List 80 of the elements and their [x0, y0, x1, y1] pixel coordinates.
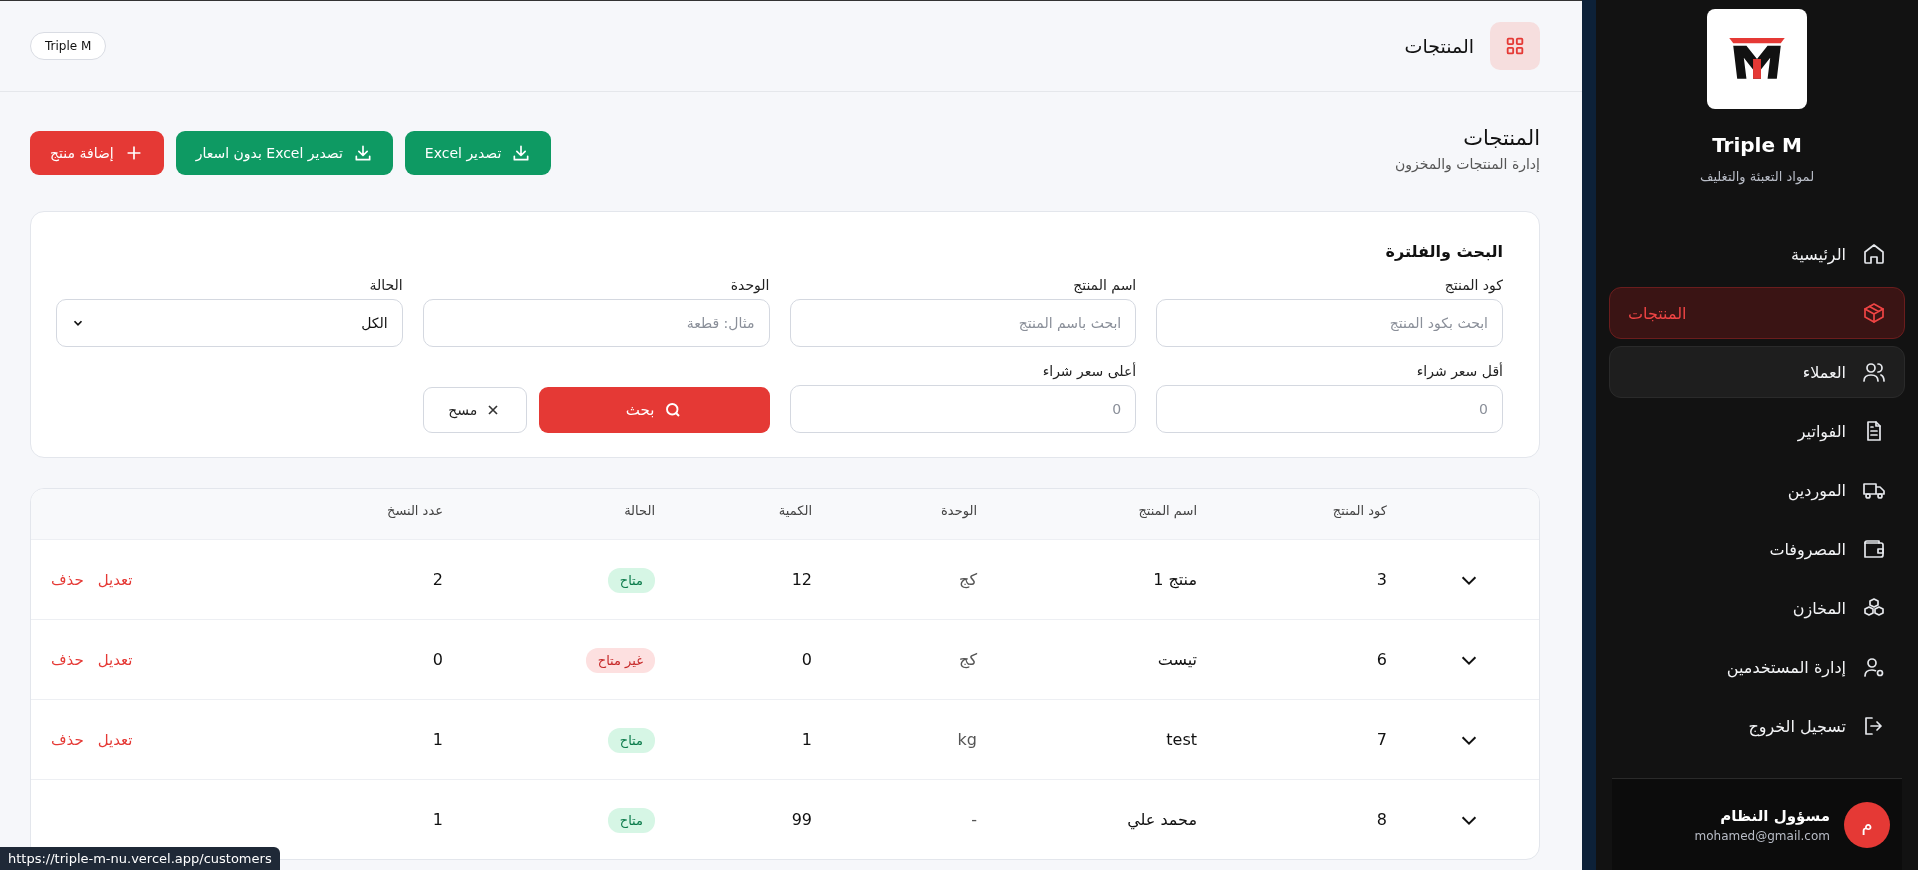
status-badge: متاح: [607, 808, 655, 833]
nav-item[interactable]: الموردين: [1609, 464, 1905, 516]
user-name: مسؤول النظام: [1719, 806, 1830, 825]
export-button[interactable]: تصدير Excel بدون اسعار: [175, 131, 393, 175]
page-title: المنتجات: [1462, 126, 1540, 150]
table-cell: 12: [791, 570, 812, 589]
delete-link[interactable]: حذف: [51, 730, 84, 749]
table-cell: 1: [801, 730, 812, 749]
search-button[interactable]: بحث: [538, 387, 770, 433]
field-label: الوحدة: [730, 277, 770, 293]
box-icon: [1862, 301, 1886, 325]
clear-button[interactable]: مسح: [422, 387, 527, 433]
edit-link[interactable]: تعديل: [97, 570, 133, 589]
status-url: https://triple-m-nu.vercel.app/customers: [0, 847, 280, 870]
delete-link[interactable]: حذف: [51, 650, 84, 669]
brand-tag: Triple M: [30, 32, 107, 60]
edit-link[interactable]: تعديل: [97, 730, 133, 749]
add-product-button[interactable]: إضافة منتج: [30, 131, 164, 175]
column-header: الحالة: [623, 502, 656, 518]
status-badge: متاح: [607, 568, 655, 593]
table-cell: 7: [1376, 730, 1387, 749]
nav-item[interactable]: الرئيسية: [1609, 228, 1905, 280]
nav-item[interactable]: تسجيل الخروج: [1609, 700, 1905, 752]
download-icon: [511, 143, 532, 163]
status-badge: متاح: [607, 728, 655, 753]
column-header: الوحدة: [940, 502, 978, 518]
header-title: المنتجات: [1404, 35, 1474, 57]
edit-link[interactable]: تعديل: [97, 650, 133, 669]
column-header: كود المنتج: [1331, 502, 1388, 518]
input-field[interactable]: 0: [1156, 385, 1503, 433]
table-cell: كج: [959, 650, 977, 669]
table-cell: منتج 1: [1153, 570, 1197, 589]
delete-link[interactable]: حذف: [51, 570, 84, 589]
user-avatar: م: [1844, 801, 1890, 848]
table-cell: 2: [432, 570, 443, 589]
user-gear-icon: [1862, 655, 1886, 679]
brand-tagline: لمواد التعبئة والتغليف: [1699, 169, 1815, 184]
table-cell: 6: [1376, 650, 1387, 669]
brand-name: Triple M: [1712, 133, 1802, 157]
column-header: عدد النسخ: [386, 502, 444, 518]
input-field[interactable]: ابحث باسم المنتج: [789, 299, 1137, 347]
nav-item[interactable]: المخازن: [1609, 582, 1905, 634]
table-cell: تيست: [1157, 650, 1197, 669]
input-field[interactable]: مثال: قطعة: [422, 299, 770, 347]
nav-item[interactable]: المنتجات: [1609, 287, 1905, 339]
table-cell: 1: [432, 730, 443, 749]
table-cell: 99: [791, 810, 812, 829]
export-button[interactable]: تصدير Excel: [404, 131, 552, 175]
wallet-icon: [1862, 537, 1886, 561]
table-cell: 8: [1376, 810, 1387, 829]
table-cell: test: [1166, 730, 1197, 749]
table-cell: 0: [432, 650, 443, 669]
home-icon: [1862, 242, 1886, 266]
table-cell: 3: [1376, 570, 1387, 589]
field-label: اسم المنتج: [1073, 277, 1137, 293]
table-cell: 0: [801, 650, 812, 669]
field-label: كود المنتج: [1444, 277, 1503, 293]
column-header: الكمية: [777, 502, 813, 518]
input-field[interactable]: 0: [789, 385, 1137, 433]
field-label: أعلى سعر شراء: [1042, 363, 1137, 379]
filter-title: البحث والفلترة: [1384, 242, 1503, 261]
table-cell: كج: [959, 570, 977, 589]
nav-item[interactable]: العملاء: [1609, 346, 1905, 398]
table-cell: 1: [432, 810, 443, 829]
user-email: mohamed@gmail.com: [1694, 828, 1830, 843]
input-field[interactable]: ابحث بكود المنتج: [1156, 299, 1503, 347]
table-cell: محمد علي: [1127, 810, 1197, 829]
field-label: أقل سعر شراء: [1416, 363, 1503, 379]
grid-icon: [1490, 22, 1540, 70]
column-header: اسم المنتج: [1137, 502, 1198, 518]
status-badge: غير متاح: [585, 648, 655, 673]
nav-item[interactable]: المصروفات: [1609, 523, 1905, 575]
table-cell: -: [971, 810, 977, 829]
page-subtitle: إدارة المنتجات والمخزون: [1395, 156, 1540, 172]
status-select[interactable]: الكل: [56, 299, 403, 347]
nav-item[interactable]: الفواتير: [1609, 405, 1905, 457]
field-label: الحالة: [369, 277, 403, 293]
table-cell: kg: [957, 730, 977, 749]
users-icon: [1862, 360, 1886, 384]
nav-item[interactable]: إدارة المستخدمين: [1609, 641, 1905, 693]
